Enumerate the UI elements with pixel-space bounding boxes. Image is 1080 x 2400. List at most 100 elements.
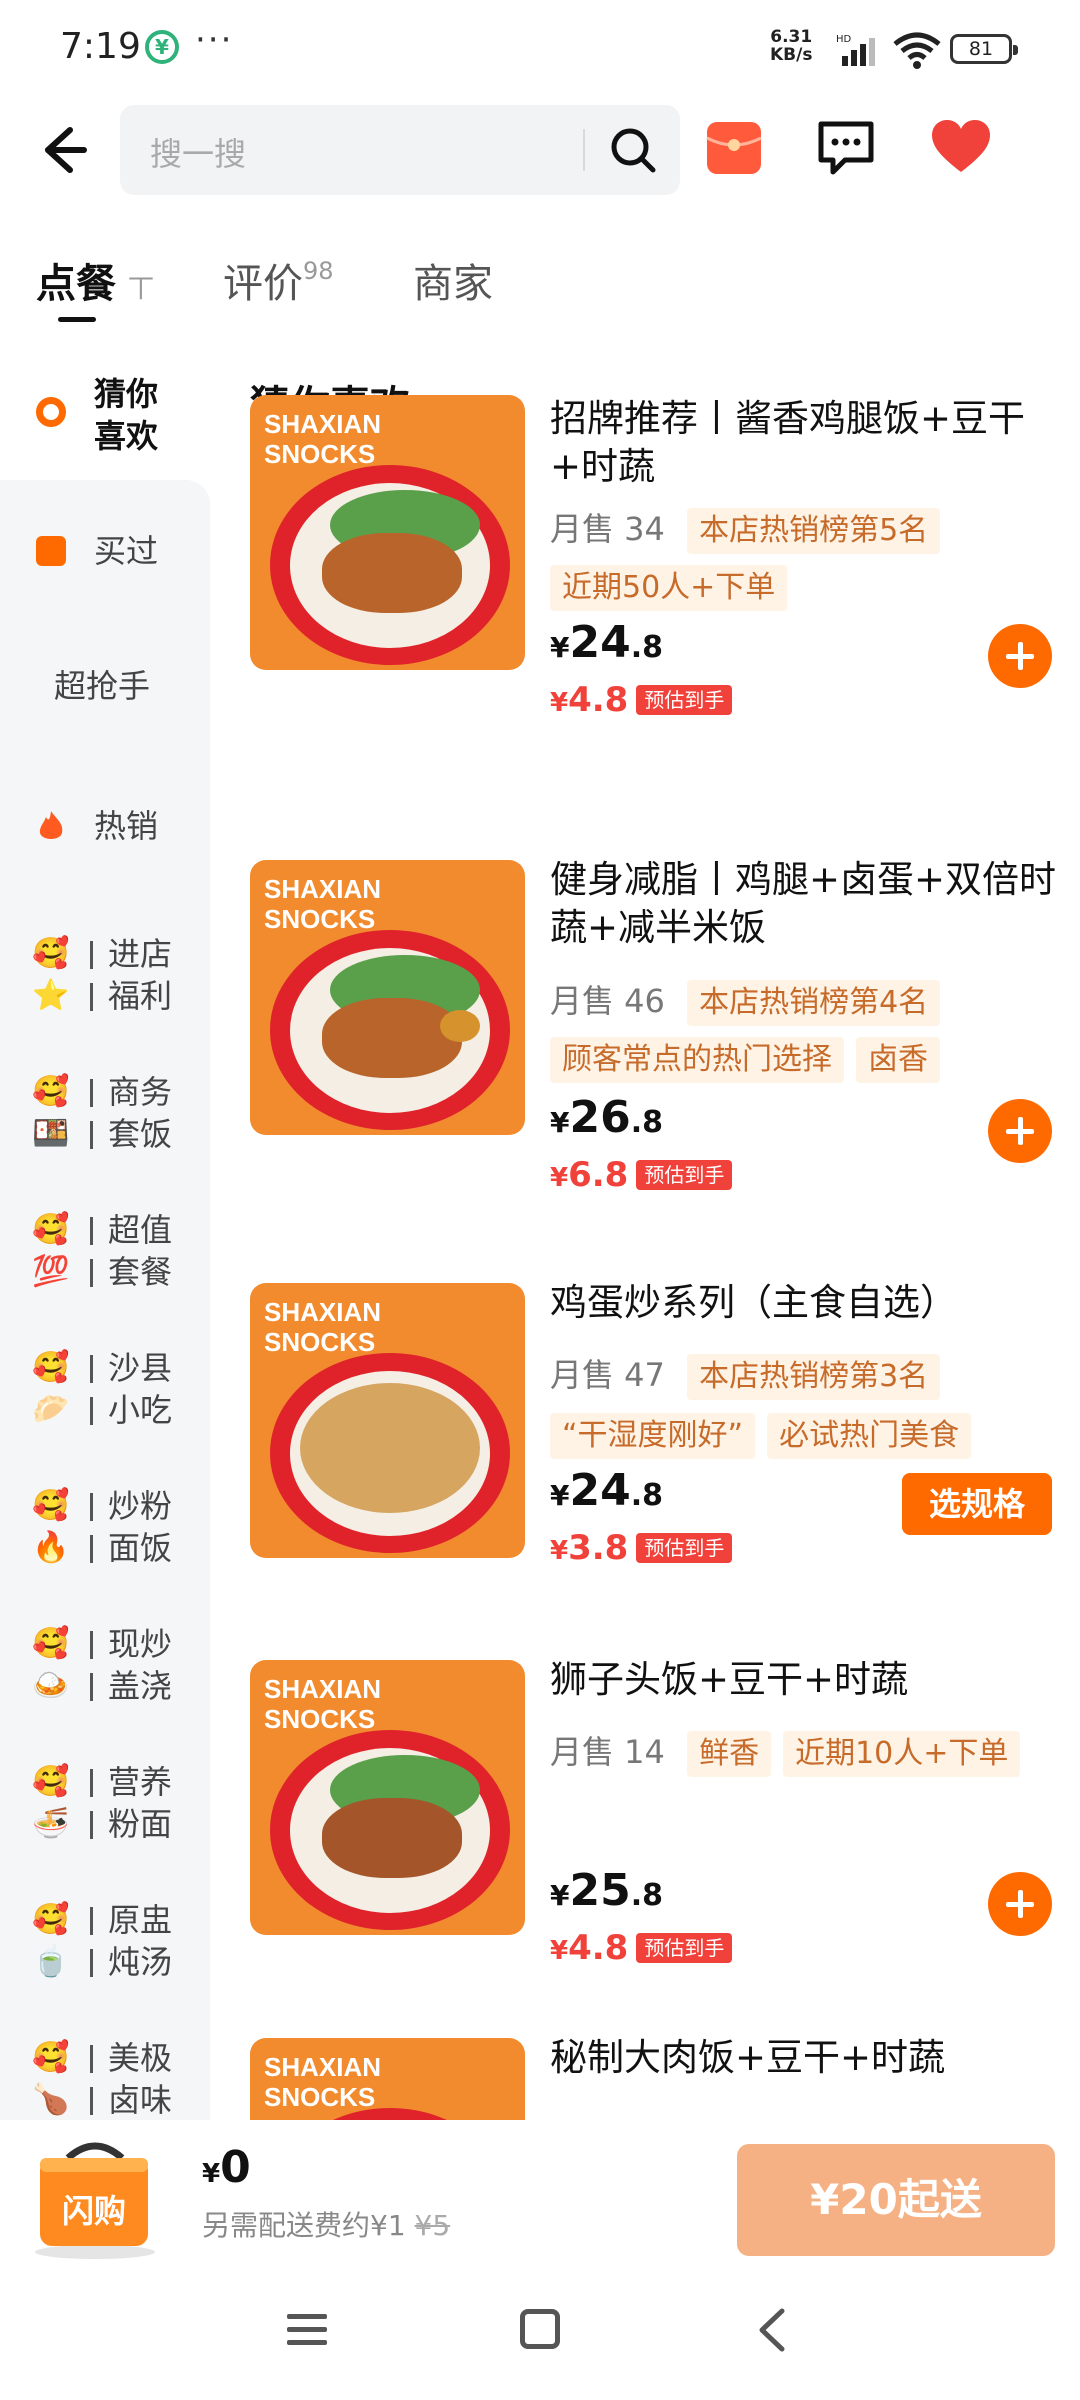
sidebar-item-braised[interactable]: 🥰 🍗 美极 卤味 bbox=[0, 2029, 210, 2120]
dish-name[interactable]: 狮子头饭+豆干+时蔬 bbox=[550, 1656, 1060, 1704]
sidebar-item-label: 买过 bbox=[94, 532, 159, 570]
smile-hearts-icon: 🥰 bbox=[32, 2040, 70, 2075]
chicken-leg bbox=[322, 998, 462, 1078]
tag-row: “干湿度刚好” 必试热门美食 bbox=[550, 1411, 972, 1459]
menu-item[interactable]: SHAXIAN SNOCKS 健身减脂丨鸡腿+卤蛋+双倍时蔬+减半米饭 月售 46… bbox=[210, 858, 1080, 1260]
app-screen: 7:19 ¥ ··· 6.31 KB/s HD 81 搜一搜 点餐 丅 评价98… bbox=[0, 0, 1080, 2400]
menu-item[interactable]: SHAXIAN SNOCKS 秘制大肉饭+豆干+时蔬 bbox=[210, 2036, 1080, 2120]
heart-icon[interactable] bbox=[930, 118, 992, 176]
dish-image[interactable]: SHAXIAN SNOCKS bbox=[250, 395, 525, 670]
pin-top-icon[interactable]: 丅 bbox=[128, 274, 154, 304]
sales-row: 月售 14 鲜香 近期10人+下单 bbox=[550, 1728, 1021, 1777]
sidebar-item-shaxian[interactable]: 🥰 🥟 沙县 小吃 bbox=[0, 1339, 210, 1439]
search-input[interactable]: 搜一搜 bbox=[120, 105, 680, 195]
dish-name[interactable]: 招牌推荐丨酱香鸡腿饭+豆干+时蔬 bbox=[550, 395, 1060, 491]
smile-hearts-icon: 🥰 bbox=[32, 1626, 70, 1661]
store-tabs: 点餐丅 评价98 商家 bbox=[0, 235, 1080, 335]
search-divider bbox=[583, 129, 585, 171]
sidebar-item-hot[interactable]: 热销 bbox=[0, 785, 210, 875]
brand-line-2: SNOCKS bbox=[264, 1704, 376, 1734]
est-price-label: 预估到手 bbox=[636, 685, 733, 715]
sales-row: 月售 34 本店热销榜第5名 bbox=[550, 505, 941, 554]
estimated-price: ¥4.8 预估到手 bbox=[550, 1928, 733, 1968]
delivery-fee-original: ¥5 bbox=[414, 2209, 451, 2242]
sidebar-item-business[interactable]: 🥰 🍱 商务 套饭 bbox=[0, 1063, 210, 1163]
sidebar-item-label: 原盅 bbox=[108, 1901, 173, 1939]
brand-line-2: SNOCKS bbox=[264, 2082, 376, 2112]
separator bbox=[90, 1217, 93, 1245]
star-icon: ⭐ bbox=[32, 978, 70, 1013]
sidebar-item-label: 沙县 bbox=[108, 1349, 173, 1387]
brand-logo: SHAXIAN SNOCKS bbox=[264, 1674, 381, 1734]
network-type: HD bbox=[836, 34, 852, 45]
search-placeholder: 搜一搜 bbox=[150, 135, 247, 173]
sidebar-item-bought[interactable]: 买过 bbox=[0, 510, 210, 600]
sidebar-item-label: 美极 bbox=[108, 2039, 173, 2077]
sidebar-item-guess[interactable]: 猜你 喜欢 bbox=[0, 355, 210, 480]
sidebar-item-label: 营养 bbox=[108, 1763, 173, 1801]
menu-item[interactable]: SHAXIAN SNOCKS 招牌推荐丨酱香鸡腿饭+豆干+时蔬 月售 34 本店热… bbox=[210, 395, 1080, 835]
braised-egg bbox=[440, 1010, 480, 1042]
brand-line-1: SHAXIAN bbox=[264, 874, 382, 904]
dish-name[interactable]: 健身减脂丨鸡腿+卤蛋+双倍时蔬+减半米饭 bbox=[550, 856, 1060, 952]
cart-bar: 闪购 ¥0 另需配送费约¥1 ¥5 ¥20起送 bbox=[0, 2120, 1080, 2265]
tab-order[interactable]: 点餐丅 bbox=[36, 251, 154, 309]
tab-reviews[interactable]: 评价98 bbox=[223, 251, 334, 309]
add-button[interactable] bbox=[988, 624, 1052, 688]
separator bbox=[90, 1397, 93, 1425]
sidebar-item-fried[interactable]: 🥰 🔥 炒粉 面饭 bbox=[0, 1477, 210, 1577]
sidebar-item-label: 福利 bbox=[108, 977, 173, 1015]
active-tab-indicator bbox=[58, 317, 96, 322]
menu-icon[interactable] bbox=[285, 2310, 329, 2350]
est-price-value: 4.8 bbox=[568, 1928, 629, 1968]
sidebar-item-value[interactable]: 🥰 💯 超值 套餐 bbox=[0, 1201, 210, 1301]
smile-hearts-icon: 🥰 bbox=[32, 1212, 70, 1247]
add-button[interactable] bbox=[988, 1099, 1052, 1163]
sidebar-item-welfare[interactable]: 🥰 ⭐ 进店 福利 bbox=[0, 925, 210, 1025]
dish-image[interactable]: SHAXIAN SNOCKS bbox=[250, 1660, 525, 1935]
price-dec: .8 bbox=[630, 630, 663, 665]
sidebar-item-stirfry[interactable]: 🥰 🍛 现炒 盖浇 bbox=[0, 1615, 210, 1715]
rank-tag: 本店热销榜第3名 bbox=[687, 1354, 941, 1400]
add-button[interactable] bbox=[988, 1872, 1052, 1936]
cart-total: ¥0 bbox=[202, 2142, 251, 2193]
flash-buy-bag-icon[interactable]: 闪购 bbox=[20, 2140, 170, 2260]
message-icon[interactable] bbox=[815, 118, 877, 176]
back-arrow-icon[interactable] bbox=[30, 120, 90, 180]
brand-line-1: SHAXIAN bbox=[264, 1674, 382, 1704]
separator bbox=[90, 1673, 93, 1701]
signal-icon: HD bbox=[836, 34, 875, 66]
review-count: 98 bbox=[303, 257, 334, 285]
app-notification-icon: ¥ bbox=[145, 30, 179, 64]
status-time: 7:19 bbox=[60, 26, 141, 67]
dish-image[interactable]: SHAXIAN SNOCKS bbox=[250, 2038, 525, 2120]
home-icon[interactable] bbox=[520, 2309, 560, 2349]
dish-name[interactable]: 秘制大肉饭+豆干+时蔬 bbox=[550, 2034, 1060, 2082]
sidebar-item-noodles[interactable]: 🥰 🍜 营养 粉面 bbox=[0, 1753, 210, 1853]
tag: 近期50人+下单 bbox=[550, 564, 788, 611]
sidebar-item-popular[interactable]: 超抢手 bbox=[0, 645, 210, 735]
menu-item[interactable]: SHAXIAN SNOCKS 鸡蛋炒系列（主食自选） 月售 47 本店热销榜第3名… bbox=[210, 1281, 1080, 1683]
menu-item[interactable]: SHAXIAN SNOCKS 狮子头饭+豆干+时蔬 月售 14 鲜香 近期10人+下… bbox=[210, 1658, 1080, 2060]
price: ¥24.8 bbox=[550, 1465, 663, 1516]
search-icon[interactable] bbox=[608, 125, 658, 175]
price: ¥26.8 bbox=[550, 1092, 663, 1143]
dish-name[interactable]: 鸡蛋炒系列（主食自选） bbox=[550, 1279, 1060, 1327]
separator bbox=[90, 1079, 93, 1107]
monthly-sales: 月售 14 bbox=[550, 1733, 665, 1771]
dish-image[interactable]: SHAXIAN SNOCKS bbox=[250, 860, 525, 1135]
red-packet-icon[interactable] bbox=[705, 118, 763, 176]
choose-spec-button[interactable]: 选规格 bbox=[902, 1473, 1052, 1535]
sidebar-item-label: 猜你 bbox=[94, 375, 159, 413]
price: ¥24.8 bbox=[550, 617, 663, 668]
dish-image[interactable]: SHAXIAN SNOCKS bbox=[250, 1283, 525, 1558]
nav-back-icon[interactable] bbox=[752, 2307, 792, 2353]
tag: 鲜香 bbox=[687, 1731, 772, 1777]
sidebar-item-label: 进店 bbox=[108, 935, 173, 973]
min-order-button[interactable]: ¥20起送 bbox=[737, 2144, 1055, 2256]
tab-merchant[interactable]: 商家 bbox=[413, 251, 493, 309]
brand-logo: SHAXIAN SNOCKS bbox=[264, 874, 381, 934]
sidebar-item-label: 套餐 bbox=[108, 1253, 173, 1291]
delivery-fee: 另需配送费约¥1 bbox=[202, 2209, 406, 2242]
sidebar-item-soup[interactable]: 🥰 🍵 原盅 炖汤 bbox=[0, 1891, 210, 1991]
